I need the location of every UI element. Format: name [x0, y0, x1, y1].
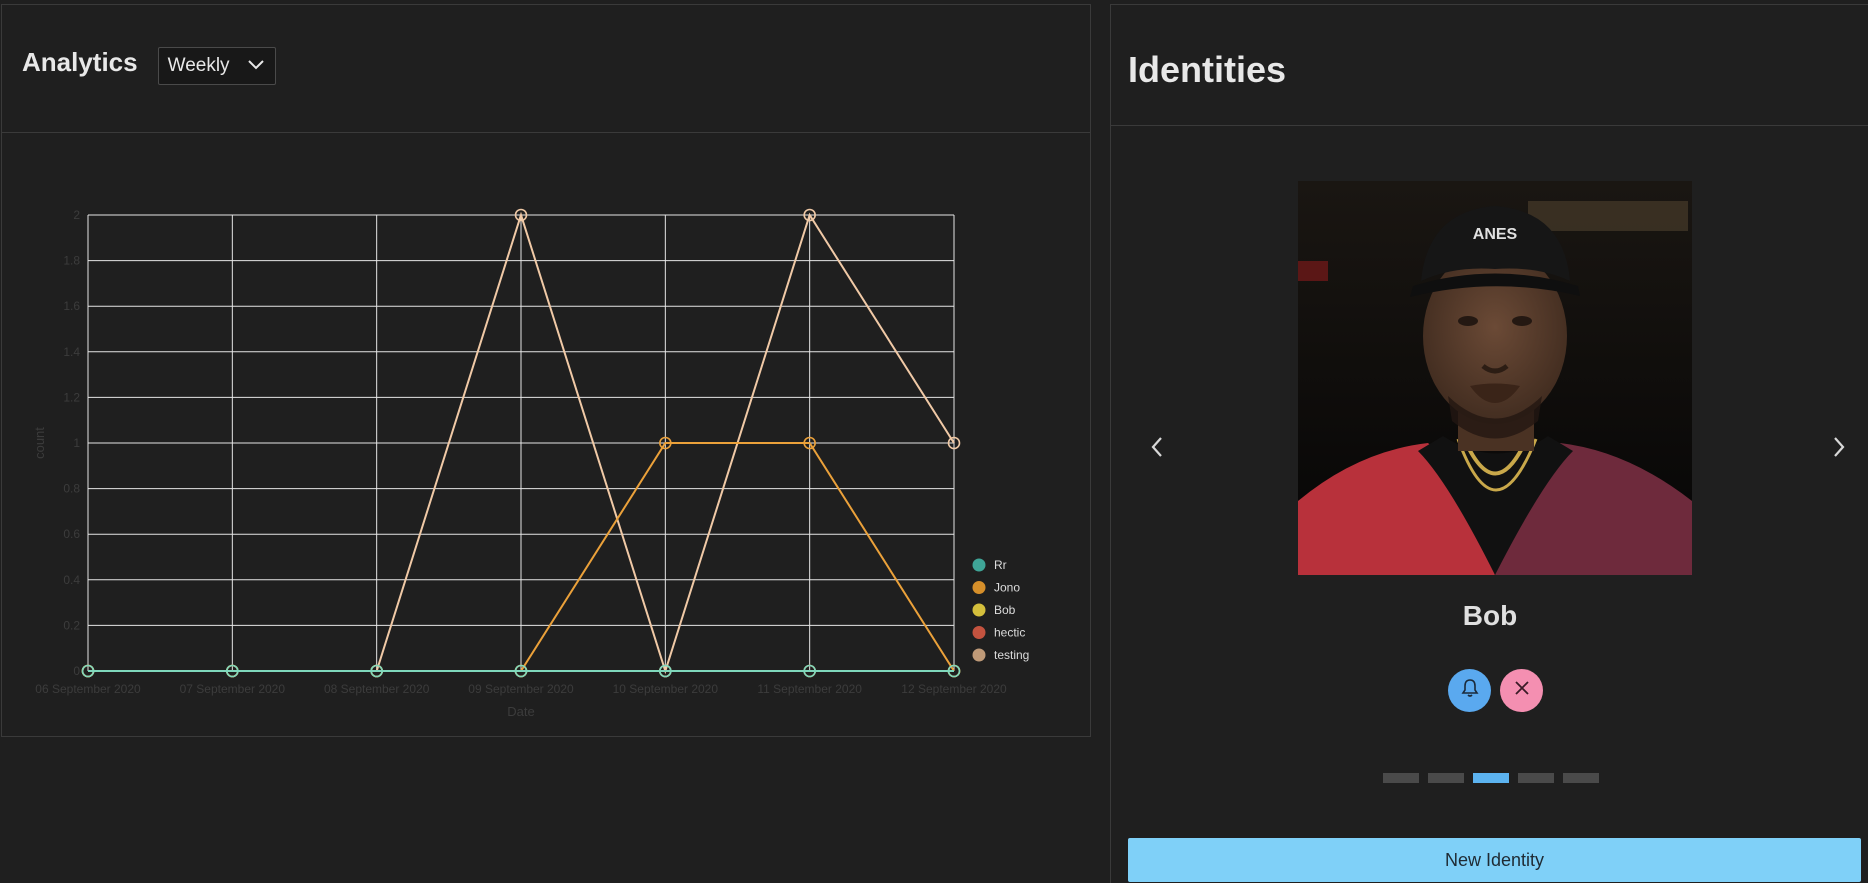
chevron-right-icon — [1832, 436, 1846, 463]
carousel-dot[interactable] — [1563, 773, 1599, 783]
chevron-down-icon — [247, 55, 265, 77]
x-tick-label: 10 September 2020 — [613, 682, 719, 696]
carousel-dot[interactable] — [1428, 773, 1464, 783]
identity-photo: ANES — [1298, 181, 1692, 575]
analytics-panel: Analytics Weekly 0 0.2 0.4 0.6 0.8 1 1.2 1.4 1.6… — [1, 4, 1091, 737]
y-tick-label: 1.2 — [63, 390, 80, 404]
x-axis-label: Date — [507, 704, 534, 719]
x-tick-label: 06 September 2020 — [35, 682, 141, 696]
period-select-value: Weekly — [167, 55, 230, 76]
close-icon — [1513, 679, 1531, 702]
period-select[interactable]: Weekly — [157, 47, 276, 85]
carousel-dot[interactable] — [1383, 773, 1419, 783]
legend-marker-testing — [972, 648, 986, 662]
y-tick-label: 0.8 — [63, 482, 80, 496]
x-tick-label: 12 September 2020 — [901, 682, 1007, 696]
y-tick-label: 1.4 — [63, 345, 80, 359]
y-tick-label: 0.6 — [63, 527, 80, 541]
y-tick-label: 1.6 — [63, 299, 80, 313]
y-axis-label: count — [32, 427, 47, 459]
new-identity-label: New Identity — [1444, 849, 1545, 870]
carousel-dot[interactable] — [1518, 773, 1554, 783]
y-tick-label: 0.2 — [63, 618, 80, 632]
svg-text:ANES: ANES — [1473, 226, 1518, 243]
x-tick-label: 11 September 2020 — [757, 682, 862, 696]
bell-icon — [1461, 678, 1479, 703]
carousel-next-button[interactable] — [1827, 436, 1851, 463]
legend-label: Jono — [994, 581, 1020, 595]
chevron-left-icon — [1150, 436, 1164, 463]
analytics-title: Analytics — [22, 47, 138, 77]
identities-title: Identities — [1128, 49, 1287, 90]
identities-panel: Identities ANES Bob New Identity — [1110, 4, 1868, 883]
carousel-indicators — [1383, 773, 1599, 783]
x-tick-label: 09 September 2020 — [468, 682, 574, 696]
analytics-header: Analytics Weekly — [2, 5, 1090, 133]
legend-marker-hectic — [972, 626, 986, 639]
remove-identity-button[interactable] — [1500, 669, 1543, 712]
legend-label: hectic — [994, 626, 1025, 640]
legend-label: Bob — [994, 603, 1016, 617]
y-tick-label: 2 — [73, 208, 80, 222]
legend-label: Rr — [994, 558, 1007, 572]
new-identity-button[interactable]: New Identity — [1128, 838, 1861, 882]
carousel-dot[interactable] — [1473, 773, 1509, 783]
identity-name: Bob — [1462, 600, 1518, 631]
analytics-line-chart: 0 0.2 0.4 0.6 0.8 1 1.2 1.4 1.6 1.8 2 06 September … — [32, 208, 1029, 719]
y-tick-label: 0.4 — [63, 573, 80, 587]
y-tick-label: 0 — [73, 664, 80, 678]
x-tick-label: 08 September 2020 — [324, 682, 430, 696]
legend-marker-rr — [972, 558, 986, 572]
legend-marker-jono — [972, 581, 986, 594]
y-tick-label: 1.8 — [63, 254, 80, 268]
x-tick-label: 07 September 2020 — [180, 682, 286, 696]
y-tick-label: 1 — [73, 436, 80, 450]
identities-header: Identities — [1111, 5, 1868, 126]
legend-label: testing — [994, 648, 1029, 662]
notify-button[interactable] — [1448, 669, 1491, 712]
legend-marker-bob — [972, 603, 986, 617]
carousel-prev-button[interactable] — [1145, 436, 1169, 463]
